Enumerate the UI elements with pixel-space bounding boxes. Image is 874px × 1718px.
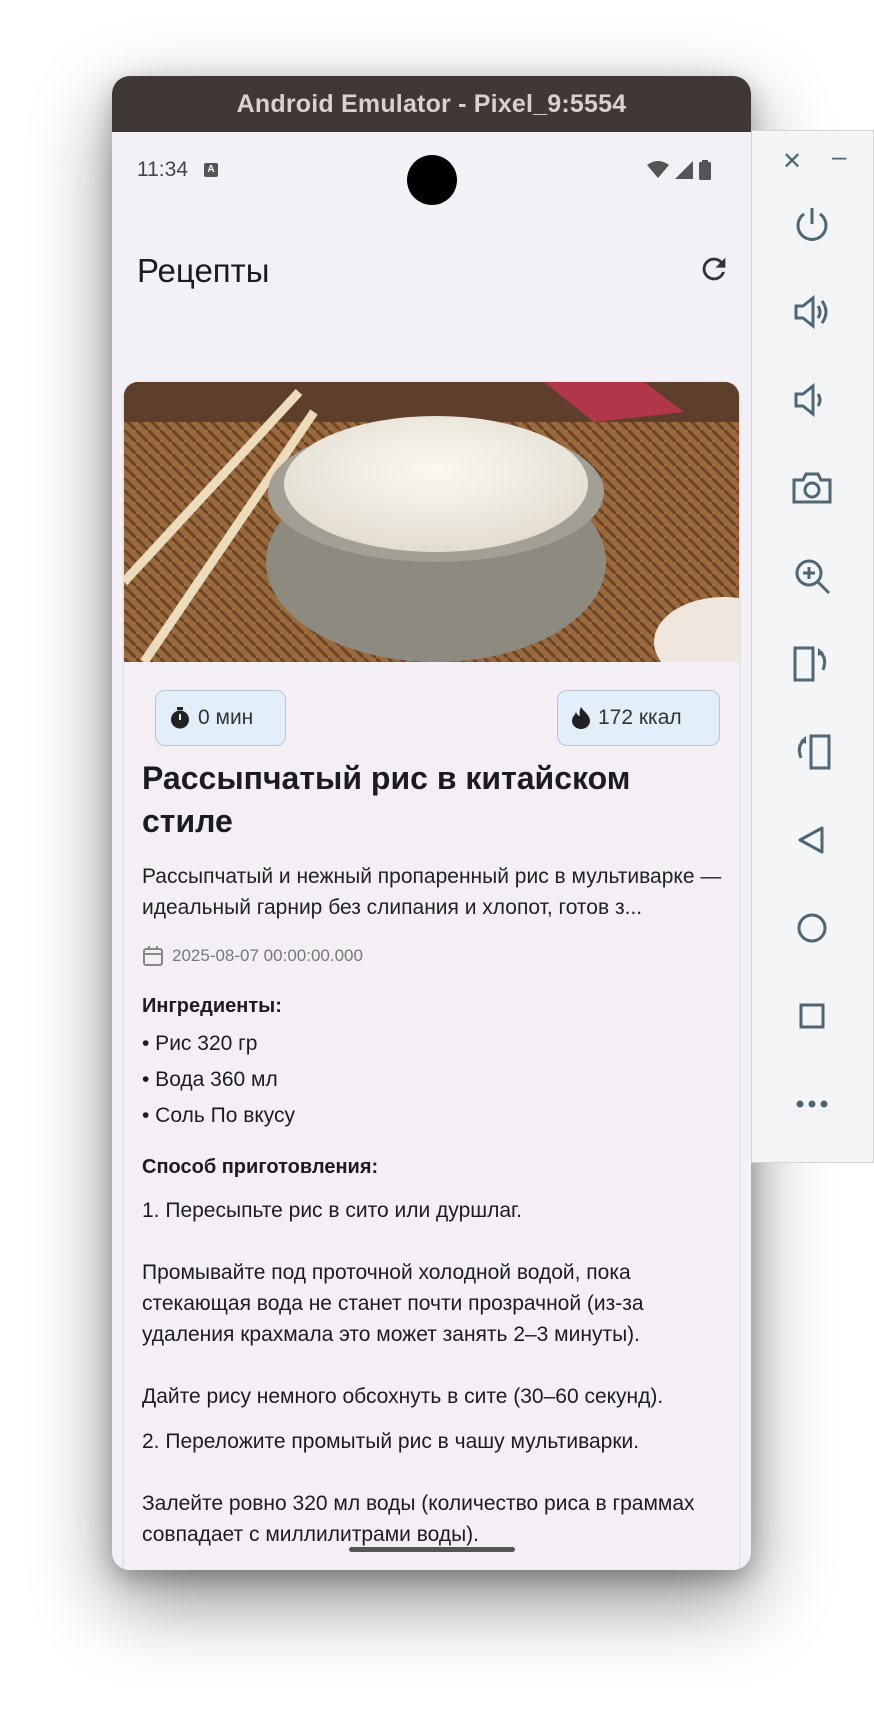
- status-time: 11:34: [137, 158, 188, 181]
- power-icon[interactable]: [789, 201, 835, 247]
- back-icon[interactable]: [789, 817, 835, 863]
- method-step-1: 1. Пересыпьте рис в сито или дуршлаг. Пр…: [142, 1199, 664, 1408]
- signal-icon: [675, 161, 693, 179]
- recipe-card[interactable]: 0 мин 172 ккал Рассыпчатый рис в китайск…: [124, 382, 739, 1570]
- app-title: Рецепты: [137, 252, 270, 289]
- timer-icon: [171, 707, 189, 729]
- refresh-icon[interactable]: [697, 252, 731, 286]
- camera-icon[interactable]: [789, 465, 835, 511]
- ingredients-heading: Ингредиенты:: [142, 995, 282, 1017]
- close-icon[interactable]: ✕: [782, 147, 802, 176]
- minimize-icon[interactable]: –: [832, 141, 846, 172]
- status-icons: [647, 160, 711, 180]
- ingredient-item: • Вода 360 мл: [142, 1068, 278, 1091]
- emulator-side-toolbar: ✕ –: [751, 130, 874, 1163]
- method-heading: Способ приготовления:: [142, 1156, 379, 1178]
- calories-chip-label: 172 ккал: [598, 706, 682, 729]
- recipe-content: Рассыпчатый рис в китайском стиле Рассып…: [142, 757, 722, 1570]
- flame-icon: [572, 707, 590, 729]
- device-screen: 11:34 A Рецепты 0 мин 172 ккал Рассыпчат…: [112, 132, 751, 1570]
- ingredient-item: • Рис 320 гр: [142, 1032, 258, 1055]
- overview-icon[interactable]: [789, 993, 835, 1039]
- wifi-icon: [647, 161, 669, 178]
- volume-up-icon[interactable]: [789, 289, 835, 335]
- date-row: 2025-08-07 00:00:00.000: [142, 945, 722, 967]
- front-camera-cutout: [407, 155, 457, 205]
- emulator-window: Android Emulator - Pixel_9:5554 11:34 A …: [112, 76, 751, 1570]
- gesture-home-bar[interactable]: [349, 1547, 515, 1552]
- status-bar: 11:34 A: [112, 132, 751, 212]
- notification-a-icon: A: [204, 163, 218, 177]
- rotate-left-icon[interactable]: [789, 641, 835, 687]
- calendar-icon: [143, 946, 163, 966]
- recipe-title: Рассыпчатый рис в китайском стиле: [142, 760, 631, 839]
- rotate-right-icon[interactable]: [789, 729, 835, 775]
- battery-icon: [699, 160, 711, 180]
- zoom-icon[interactable]: [789, 553, 835, 599]
- calories-chip: 172 ккал: [557, 690, 720, 746]
- time-chip-label: 0 мин: [198, 706, 254, 729]
- home-icon[interactable]: [789, 905, 835, 951]
- time-chip: 0 мин: [155, 690, 286, 746]
- recipe-date: 2025-08-07 00:00:00.000: [172, 946, 363, 965]
- recipe-photo: [124, 382, 739, 662]
- window-title: Android Emulator - Pixel_9:5554: [112, 76, 751, 132]
- app-bar: Рецепты: [112, 212, 751, 312]
- volume-down-icon[interactable]: [789, 377, 835, 423]
- ingredient-item: • Соль По вкусу: [142, 1104, 296, 1127]
- more-icon[interactable]: [789, 1081, 835, 1127]
- recipe-description: Рассыпчатый и нежный пропаренный рис в м…: [142, 865, 722, 919]
